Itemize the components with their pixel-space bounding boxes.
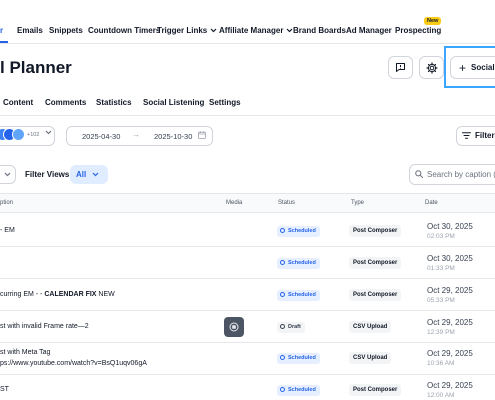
nav-item-planner[interactable]: r xyxy=(0,26,3,35)
status-label: Scheduled xyxy=(288,355,316,361)
nav-item-ad-manager[interactable]: Ad Manager xyxy=(346,26,392,35)
chevron-down-icon xyxy=(92,172,99,177)
arrow-right-icon: → xyxy=(132,130,140,139)
tab-social-listening[interactable]: Social Listening xyxy=(143,98,204,107)
nav-item-affiliate-manager[interactable]: Affiliate Manager xyxy=(219,26,293,35)
table-row[interactable] xyxy=(0,375,495,400)
row-date: Oct 29, 2025 xyxy=(427,318,473,327)
filter-lines-icon xyxy=(462,132,471,139)
clock-icon xyxy=(280,354,285,360)
new-badge: New xyxy=(424,17,442,25)
gear-icon xyxy=(425,61,438,74)
media-thumbnail[interactable] xyxy=(224,317,244,337)
row-caption-link[interactable]: ps://www.youtube.com/watch?v=BsQ1uqv06gA xyxy=(0,358,147,369)
row-time: 01:33 PM xyxy=(427,265,455,272)
status-label: Scheduled xyxy=(288,292,316,298)
top-navigation: r Emails Snippets Countdown Timers Trigg… xyxy=(0,0,495,44)
row-caption[interactable]: - EM xyxy=(0,225,15,236)
column-header-status: Status xyxy=(278,200,296,206)
status-badge: Scheduled xyxy=(277,226,320,237)
status-label: Draft xyxy=(288,324,301,330)
chevron-down-icon xyxy=(210,28,217,33)
row-time: 12:00 AM xyxy=(427,392,455,399)
row-time: 10:36 AM xyxy=(427,360,455,367)
clock-icon xyxy=(280,386,285,392)
column-header-caption[interactable]: ption xyxy=(0,200,13,206)
clock-icon xyxy=(280,291,285,297)
row-time: 02:03 PM xyxy=(427,233,455,240)
message-icon xyxy=(396,63,405,72)
column-header-media: Media xyxy=(226,200,243,206)
type-badge: Post Composer xyxy=(349,225,402,237)
row-caption[interactable]: curring EM - - CALENDAR FIX NEW xyxy=(0,289,115,300)
tabs-divider xyxy=(0,115,495,116)
column-header-date[interactable]: Date xyxy=(425,200,438,206)
status-badge: Scheduled xyxy=(277,385,320,396)
chevron-down-icon xyxy=(4,172,11,177)
avatar xyxy=(12,128,25,141)
clock-icon xyxy=(280,227,285,233)
column-header-type: Type xyxy=(351,200,365,206)
nav-item-brand-boards[interactable]: Brand Boards xyxy=(293,26,346,35)
tab-statistics[interactable]: Statistics xyxy=(96,98,132,107)
settings-button[interactable] xyxy=(419,56,444,79)
caption-bold-text: CALENDAR FIX xyxy=(44,291,97,298)
row-date: Oct 29, 2025 xyxy=(427,349,473,358)
type-badge: CSV Upload xyxy=(349,352,392,364)
tab-settings[interactable]: Settings xyxy=(209,98,241,107)
table-row[interactable] xyxy=(0,247,495,279)
video-icon xyxy=(229,322,239,332)
end-date[interactable]: 2025-10-30 xyxy=(154,132,192,141)
row-time: 12:39 PM xyxy=(427,329,455,336)
status-badge: Draft xyxy=(277,322,305,333)
filter-views-label: Filter Views: xyxy=(25,170,72,179)
row-date: Oct 29, 2025 xyxy=(427,381,473,390)
nav-item-prospecting[interactable]: Prospecting xyxy=(395,26,441,35)
row-time: 05:33 PM xyxy=(427,297,455,304)
tab-comments[interactable]: Comments xyxy=(45,98,86,107)
highlight-outline xyxy=(444,46,495,88)
search-icon xyxy=(415,170,423,178)
type-badge: Post Composer xyxy=(349,289,402,301)
nav-item-trigger-links[interactable]: Trigger Links xyxy=(157,26,217,35)
page-title: l Planner xyxy=(0,58,72,77)
nav-item-emails[interactable]: Emails xyxy=(17,26,43,35)
type-badge: Post Composer xyxy=(349,257,402,269)
avatar-count: +102 xyxy=(27,132,40,138)
type-badge: CSV Upload xyxy=(349,321,392,333)
nav-item-snippets[interactable]: Snippets xyxy=(49,26,83,35)
feedback-button[interactable] xyxy=(388,56,413,79)
caption-text: curring EM - - xyxy=(0,291,45,298)
row-date: Oct 30, 2025 xyxy=(427,254,473,263)
table-header xyxy=(0,193,495,213)
tab-content[interactable]: Content xyxy=(3,98,33,107)
status-badge: Scheduled xyxy=(277,353,320,364)
row-caption[interactable]: st with Meta Tag xyxy=(0,347,50,358)
clock-icon xyxy=(280,323,285,329)
status-label: Scheduled xyxy=(288,260,316,266)
status-badge: Scheduled xyxy=(277,258,320,269)
status-label: Scheduled xyxy=(288,387,316,393)
status-label: Scheduled xyxy=(288,228,316,234)
caption-text: NEW xyxy=(96,291,115,298)
table-row[interactable] xyxy=(0,213,495,247)
start-date[interactable]: 2025-04-30 xyxy=(82,132,120,141)
nav-item-label: Trigger Links xyxy=(157,26,208,35)
nav-item-countdown-timers[interactable]: Countdown Timers xyxy=(88,26,160,35)
row-caption[interactable]: ST xyxy=(0,384,9,395)
nav-item-label: Affiliate Manager xyxy=(219,26,284,35)
calendar-icon xyxy=(198,131,206,139)
row-date: Oct 30, 2025 xyxy=(427,222,473,231)
row-date: Oct 29, 2025 xyxy=(427,286,473,295)
status-badge: Scheduled xyxy=(277,290,320,301)
filter-views-select[interactable]: All xyxy=(70,165,108,184)
nav-active-indicator xyxy=(0,41,8,43)
clock-icon xyxy=(280,259,285,265)
type-badge: Post Composer xyxy=(349,384,402,396)
chevron-down-icon xyxy=(45,130,52,135)
row-caption[interactable]: st with invalid Frame rate—2 xyxy=(0,321,89,332)
